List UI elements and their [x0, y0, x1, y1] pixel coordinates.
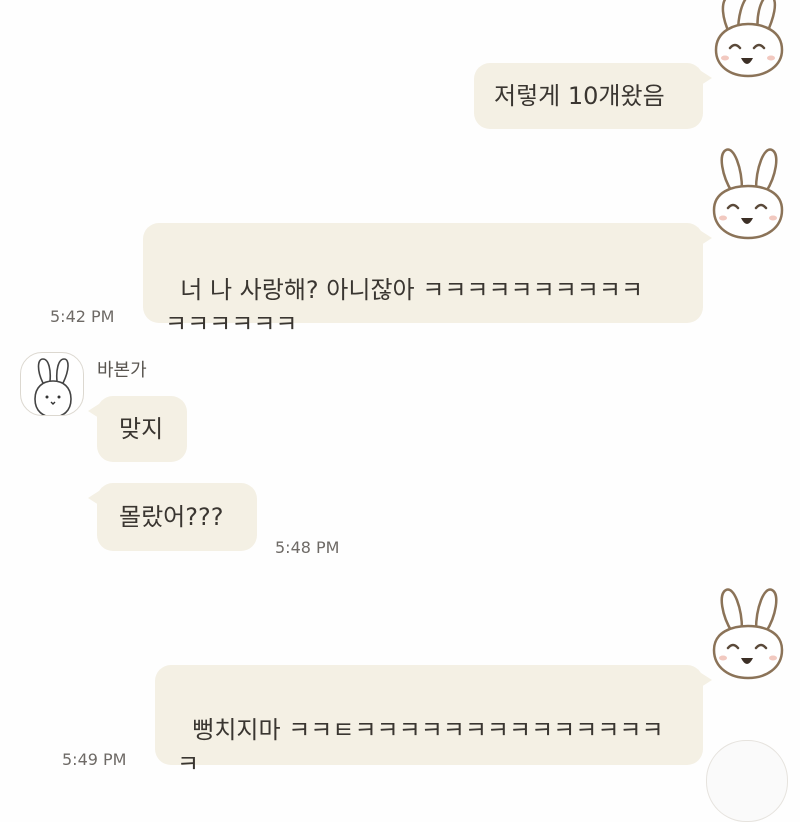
message-text: 맞지	[119, 415, 164, 443]
outgoing-message-bubble[interactable]: 뻥치지마 ㅋㅋㅌㅋㅋㅋㅋㅋㅋㅋㅋㅋㅋㅋㅋㅋㅋ ㅋ	[155, 665, 712, 778]
message-text: 저렇게 10개왔음	[494, 82, 665, 110]
message-timestamp: 5:48 PM	[275, 538, 340, 557]
message-timestamp: 5:49 PM	[62, 750, 127, 769]
floating-action-button[interactable]	[706, 740, 788, 822]
message-timestamp: 5:42 PM	[50, 307, 115, 326]
sender-name: 바본가	[97, 360, 147, 381]
message-text: 뻥치지마 ㅋㅋㅌㅋㅋㅋㅋㅋㅋㅋㅋㅋㅋㅋㅋㅋㅋ ㅋ	[177, 716, 664, 778]
outgoing-message-bubble[interactable]: 저렇게 10개왔음	[474, 63, 712, 129]
bunny-sticker-icon	[708, 146, 788, 244]
incoming-message-bubble[interactable]: 몰랐어???	[88, 483, 257, 551]
bunny-sticker-icon	[708, 586, 788, 684]
outgoing-message-bubble[interactable]: 너 나 사랑해? 아니잖아 ㅋㅋㅋㅋㅋㅋㅋㅋㅋㅋ ㅋㅋㅋㅋㅋㅋ	[143, 223, 712, 338]
message-text: 너 나 사랑해? 아니잖아 ㅋㅋㅋㅋㅋㅋㅋㅋㅋㅋ ㅋㅋㅋㅋㅋㅋ	[165, 276, 644, 338]
bunny-avatar-icon[interactable]	[20, 352, 84, 416]
bunny-sticker-icon	[708, 0, 788, 82]
incoming-message-bubble[interactable]: 맞지	[88, 396, 187, 462]
message-text: 몰랐어???	[119, 503, 224, 531]
